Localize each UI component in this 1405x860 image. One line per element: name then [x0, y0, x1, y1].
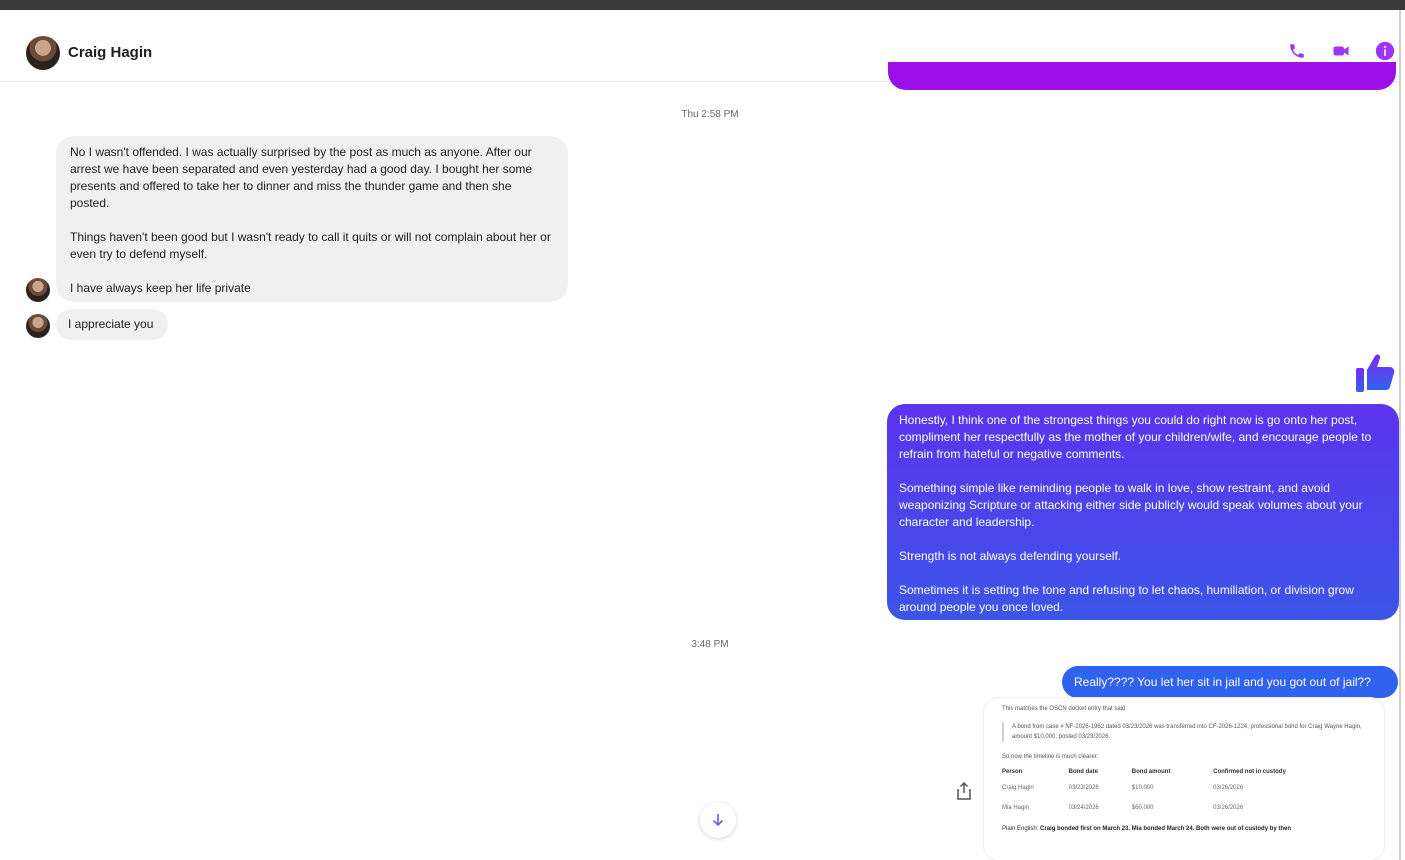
contact-avatar[interactable] — [26, 36, 60, 70]
outgoing-message: Really???? You let her sit in jail and y… — [1062, 666, 1398, 698]
shared-document-card[interactable]: This matches the OSCN docket entry that … — [984, 698, 1384, 860]
message-text: Strength is not always defending yoursel… — [899, 549, 1122, 563]
message-text: I appreciate you — [68, 317, 154, 331]
incoming-message: I appreciate you — [56, 309, 168, 340]
card-quote: A bond from case # NF-2026-1962 dated 03… — [1002, 722, 1366, 742]
card-note: So now the timeline is much clearer: — [1002, 754, 1099, 760]
card-summary: Plain English: Craig bonded first on Mar… — [1002, 826, 1366, 832]
card-intro: This matches the OSCN docket entry that … — [1002, 706, 1128, 712]
table-cell: 03/23/2026 — [1068, 785, 1099, 791]
previous-outgoing-message — [888, 62, 1396, 90]
phone-icon[interactable] — [1286, 40, 1308, 62]
table-cell: 03/26/2026 — [1213, 785, 1244, 791]
table-header-row: Person Bond date Bond amount Confirmed n… — [1002, 766, 1366, 778]
contact-name[interactable]: Craig Hagin — [68, 44, 152, 61]
share-icon[interactable] — [956, 781, 972, 800]
message-text: Really???? You let her sit in jail and y… — [1074, 675, 1371, 689]
table-row: Craig Hagin 03/23/2026 $10,000 03/26/202… — [1002, 778, 1366, 798]
message-text: Honestly, I think one of the strongest t… — [899, 413, 1372, 461]
table-cell: 03/26/2026 — [1213, 805, 1244, 811]
info-icon[interactable] — [1374, 40, 1396, 62]
message-text: I have always keep her life private — [70, 281, 251, 295]
window-top-edge — [0, 0, 1405, 10]
message-text: Sometimes it is setting the tone and ref… — [899, 583, 1354, 614]
incoming-message: No I wasn't offended. I was actually sur… — [56, 136, 568, 302]
column-header: Bond date — [1068, 769, 1098, 775]
outgoing-message: Honestly, I think one of the strongest t… — [887, 404, 1399, 620]
bond-table: Person Bond date Bond amount Confirmed n… — [1002, 766, 1366, 818]
table-cell: 03/24/2026 — [1068, 805, 1099, 811]
table-cell: Craig Hagin — [1002, 785, 1034, 791]
video-icon[interactable] — [1330, 40, 1352, 62]
message-timestamp: 3:48 PM — [691, 639, 729, 650]
summary-text: Craig bonded first on March 23. Mia bond… — [1040, 826, 1292, 832]
arrow-down-icon — [712, 814, 724, 827]
thumbs-up-icon — [1354, 350, 1398, 394]
message-text: Things haven't been good but I wasn't re… — [70, 230, 551, 261]
window-right-edge — [1399, 10, 1401, 860]
table-cell: Mia Hagin — [1002, 805, 1030, 811]
table-cell: $60,000 — [1131, 805, 1154, 811]
message-text: Something simple like reminding people t… — [899, 481, 1363, 529]
column-header: Bond amount — [1131, 769, 1171, 775]
sender-avatar[interactable] — [26, 314, 50, 338]
column-header: Person — [1002, 769, 1023, 775]
table-cell: $10,000 — [1131, 785, 1154, 791]
summary-label: Plain English: — [1002, 826, 1039, 832]
column-header: Confirmed not in custody — [1213, 769, 1286, 775]
message-text: No I wasn't offended. I was actually sur… — [70, 145, 533, 210]
table-row: Mia Hagin 03/24/2026 $60,000 03/26/2026 — [1002, 798, 1366, 818]
scroll-to-bottom-button[interactable] — [700, 802, 736, 838]
message-timestamp: Thu 2:58 PM — [681, 109, 739, 120]
sender-avatar[interactable] — [26, 278, 50, 302]
header-actions — [1286, 40, 1396, 62]
